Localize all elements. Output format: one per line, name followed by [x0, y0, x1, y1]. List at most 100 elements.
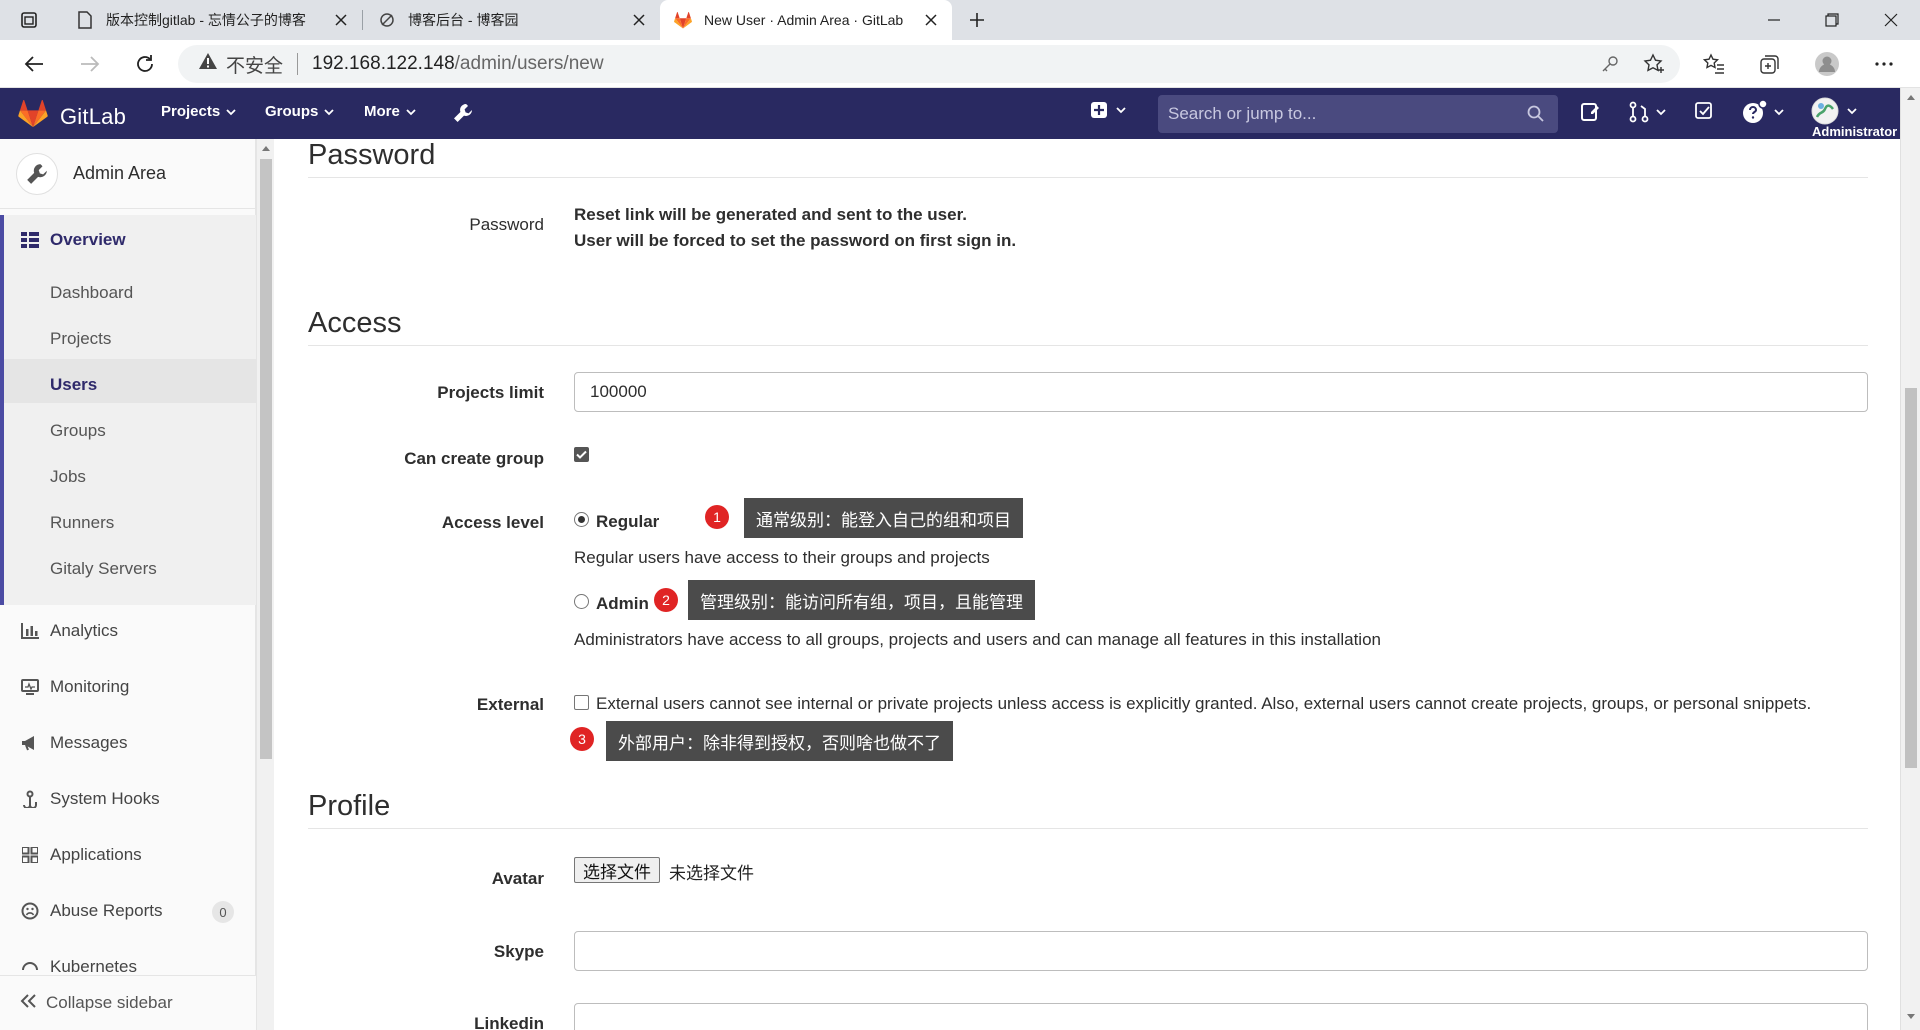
gitlab-logo-icon: [18, 99, 48, 133]
check-icon: [576, 450, 587, 459]
page-scrollbar-thumb[interactable]: [1905, 388, 1917, 768]
more-menu-icon[interactable]: [1866, 46, 1902, 82]
new-tab-icon[interactable]: [957, 0, 997, 40]
chevron-down-icon: [1656, 103, 1666, 121]
chevron-down-icon: [1847, 102, 1857, 120]
new-item-plus-icon[interactable]: [1090, 101, 1126, 119]
admin-help-text: Administrators have access to all groups…: [574, 630, 1381, 649]
sidebar-item-analytics[interactable]: Analytics: [20, 621, 118, 641]
browser-tab-1[interactable]: 版本控制gitlab - 忘情公子的博客: [62, 0, 362, 40]
sidebar-item-kubernetes[interactable]: Kubernetes: [20, 957, 137, 977]
close-icon[interactable]: [630, 11, 648, 29]
sidebar-overview-group: [0, 215, 256, 605]
url-path: /admin/users/new: [454, 53, 604, 74]
regular-option-label[interactable]: Regular: [596, 512, 659, 532]
restore-icon[interactable]: [1803, 0, 1861, 40]
annotation-note-2: 管理级别：能访问所有组，项目，且能管理: [688, 580, 1035, 620]
sidebar-item-messages[interactable]: Messages: [20, 733, 127, 753]
annotation-marker-3: 3: [570, 727, 594, 751]
can-create-group-checkbox[interactable]: [574, 447, 589, 462]
issues-icon[interactable]: [1579, 101, 1601, 123]
document-icon: [76, 11, 94, 29]
todos-icon[interactable]: [1694, 101, 1714, 121]
linkedin-input[interactable]: [574, 1003, 1868, 1030]
sidebar-item-dashboard[interactable]: Dashboard: [50, 283, 133, 303]
sidebar-item-jobs[interactable]: Jobs: [50, 467, 86, 487]
sad-face-icon: [20, 902, 40, 920]
section-title-access: Access: [308, 307, 402, 339]
access-level-label: Access level: [441, 513, 544, 532]
collections-icon[interactable]: [1752, 46, 1788, 82]
collapse-sidebar-button[interactable]: Collapse sidebar: [0, 975, 256, 1030]
search-input[interactable]: Search or jump to...: [1158, 95, 1558, 133]
forward-icon[interactable]: [72, 46, 108, 82]
sidebar-item-overview[interactable]: Overview: [20, 230, 126, 250]
sidebar-item-projects[interactable]: Projects: [50, 329, 111, 349]
cnblogs-icon: [378, 11, 396, 29]
sidebar-scrollbar[interactable]: [256, 139, 274, 1030]
admin-option-label[interactable]: Admin: [596, 594, 649, 614]
sidebar-header[interactable]: Admin Area: [0, 139, 256, 209]
external-checkbox[interactable]: [574, 695, 589, 710]
browser-tab-2[interactable]: 博客后台 - 博客园: [364, 0, 660, 40]
reload-icon[interactable]: [127, 46, 163, 82]
merge-requests-icon[interactable]: [1628, 101, 1666, 123]
skype-input[interactable]: [574, 931, 1868, 971]
sidebar-item-applications[interactable]: Applications: [20, 845, 142, 865]
sidebar-item-system-hooks[interactable]: System Hooks: [20, 789, 160, 809]
key-icon[interactable]: [1592, 46, 1628, 82]
minimize-icon[interactable]: [1745, 0, 1803, 40]
regular-help-text: Regular users have access to their group…: [574, 548, 990, 567]
gitlab-navbar: GitLab Projects Groups More Search or ju…: [0, 88, 1900, 139]
insecure-label: 不安全: [226, 55, 284, 77]
password-info-line2: User will be forced to set the password …: [574, 231, 1017, 250]
skype-label: Skype: [493, 942, 544, 961]
tab-title: 博客后台 - 博客园: [408, 12, 519, 28]
profile-avatar-icon[interactable]: [1809, 46, 1845, 82]
sidebar-scrollbar-thumb[interactable]: [260, 159, 272, 759]
sidebar-item-gitaly-servers[interactable]: Gitaly Servers: [50, 559, 157, 579]
sidebar-item-users[interactable]: Users: [50, 375, 97, 395]
choose-file-button[interactable]: 选择文件: [574, 857, 660, 883]
nav-groups-menu[interactable]: Groups: [265, 103, 334, 120]
browser-tab-3[interactable]: New User · Admin Area · GitLab: [660, 0, 952, 40]
user-avatar-menu[interactable]: [1811, 97, 1857, 125]
sidebar-item-abuse-reports[interactable]: Abuse Reports: [20, 901, 162, 921]
annotation-note-1: 通常级别：能登入自己的组和项目: [744, 498, 1023, 538]
linkedin-label: Linkedin: [474, 1014, 544, 1030]
overview-grid-icon: [20, 232, 40, 248]
favorite-star-icon[interactable]: [1636, 46, 1672, 82]
help-icon[interactable]: [1742, 99, 1784, 125]
nav-more-menu[interactable]: More: [364, 103, 416, 120]
projects-limit-input[interactable]: 100000: [574, 372, 1868, 412]
browser-toolbar: 不安全 192.168.122.148/admin/users/new: [0, 40, 1920, 88]
search-icon: [1527, 105, 1544, 127]
favorites-list-icon[interactable]: [1696, 46, 1732, 82]
hook-icon: [20, 790, 40, 808]
section-title-profile: Profile: [308, 790, 391, 822]
access-level-admin-radio[interactable]: [574, 594, 589, 609]
new-user-form: Password Password Reset link will be gen…: [274, 139, 1900, 1030]
admin-sidebar: Admin Area Overview Dashboard Projects U…: [0, 139, 256, 1030]
sidebar-item-monitoring[interactable]: Monitoring: [20, 677, 129, 697]
gitlab-brand: GitLab: [60, 103, 127, 129]
window-close-icon[interactable]: [1862, 0, 1920, 40]
nav-projects-menu[interactable]: Projects: [161, 103, 236, 120]
back-icon[interactable]: [16, 46, 52, 82]
gitlab-icon: [674, 11, 692, 29]
tab-actions-icon[interactable]: [0, 0, 58, 40]
sidebar-item-groups[interactable]: Groups: [50, 421, 106, 441]
projects-limit-label: Projects limit: [437, 383, 544, 402]
wrench-icon: [16, 152, 58, 195]
address-bar[interactable]: 不安全 192.168.122.148/admin/users/new: [178, 45, 1680, 83]
close-icon[interactable]: [922, 11, 940, 29]
tab-title: 版本控制gitlab - 忘情公子的博客: [106, 12, 306, 28]
gitlab-home-link[interactable]: GitLab: [18, 99, 127, 133]
page-scrollbar[interactable]: [1900, 88, 1920, 1030]
access-level-regular-radio[interactable]: [574, 512, 589, 527]
annotation-note-3: 外部用户：除非得到授权，否则啥也做不了: [606, 721, 953, 761]
close-icon[interactable]: [332, 11, 350, 29]
admin-wrench-icon[interactable]: [452, 102, 474, 124]
sidebar-item-runners[interactable]: Runners: [50, 513, 114, 533]
tab-title: New User · Admin Area · GitLab: [704, 12, 904, 28]
